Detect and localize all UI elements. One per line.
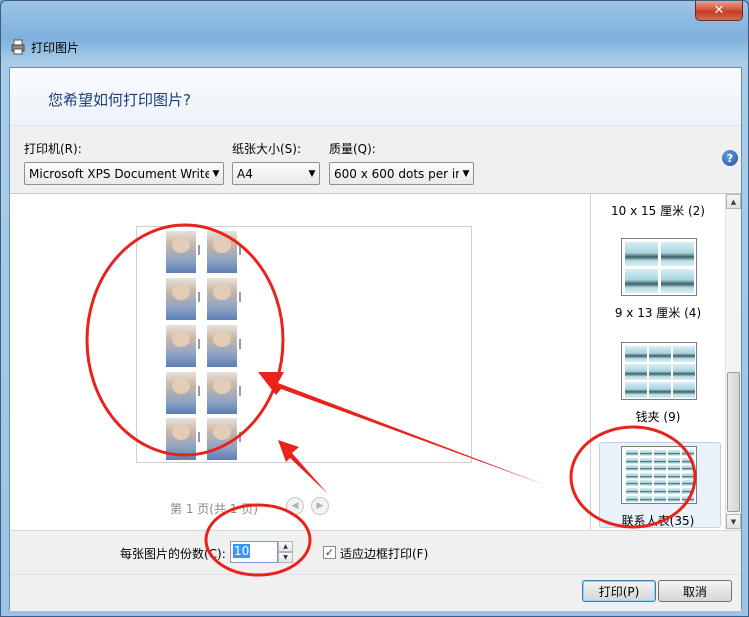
printer-icon	[11, 39, 25, 55]
cancel-button[interactable]: 取消	[658, 580, 732, 602]
copies-label: 每张图片的份数(C):	[120, 547, 226, 561]
layout-scrollbar[interactable]: ▲ ▼	[725, 194, 741, 530]
layout-label: 钱夹 (9)	[635, 410, 681, 424]
contact-sheet-cell	[654, 472, 666, 479]
copies-input[interactable]: 10	[230, 541, 278, 563]
contact-sheet-cell	[668, 457, 680, 464]
photo-thumbnail	[207, 278, 241, 320]
photo-thumbnail	[166, 372, 200, 414]
next-page-button[interactable]: ▶	[311, 497, 329, 515]
dropdown-arrow-icon: ▼	[212, 168, 220, 179]
stepper-up-icon[interactable]: ▲	[278, 541, 293, 552]
dialog-client: 您希望如何打印图片? 打印机(R): Microsoft XPS Documen…	[9, 67, 742, 611]
page-indicator: 第 1 页(共 1 页)	[170, 502, 258, 516]
photo-thumbnail	[166, 278, 200, 320]
preview-page	[136, 226, 472, 463]
contact-sheet-cell	[626, 495, 638, 502]
layout-thumbnail-wallet[interactable]	[621, 342, 697, 400]
layout-label: 联系人表(35)	[621, 514, 695, 528]
contact-sheet-cell	[626, 480, 638, 487]
button-row: 打印(P) 取消	[10, 574, 741, 611]
contact-sheet-cell	[640, 465, 652, 472]
window-title: 打印图片	[31, 40, 80, 55]
contact-sheet-cell	[626, 450, 638, 456]
layout-thumbnail-contact-sheet[interactable]	[621, 446, 697, 504]
contact-sheet-cell	[654, 480, 666, 487]
photo-thumbnail	[207, 418, 241, 460]
header-question: 您希望如何打印图片?	[48, 91, 191, 109]
quality-label: 质量(Q):	[329, 142, 376, 156]
printer-value: Microsoft XPS Document Write	[29, 166, 209, 181]
print-button[interactable]: 打印(P)	[582, 580, 656, 602]
contact-sheet-cell	[668, 480, 680, 487]
dropdown-arrow-icon: ▼	[462, 168, 470, 179]
photo-thumbnail	[166, 418, 200, 460]
scrollbar-thumb[interactable]	[727, 372, 740, 512]
copies-stepper[interactable]: ▲ ▼	[278, 541, 293, 563]
layout-option-wallet[interactable]: 钱夹 (9)	[591, 408, 725, 425]
contact-sheet-cell	[654, 495, 666, 502]
contact-sheet-cell	[626, 472, 638, 479]
photo-thumbnail	[207, 325, 241, 367]
fit-to-frame-label: 适应边框打印(F)	[340, 547, 429, 561]
scroll-down-icon[interactable]: ▼	[726, 514, 741, 529]
options-row: 每张图片的份数(C): 10 ▲ ▼ ✓ 适应边框打印(F)	[10, 530, 741, 574]
paper-size-value: A4	[237, 166, 253, 181]
contact-sheet-cell	[654, 450, 666, 456]
contact-sheet-cell	[640, 495, 652, 502]
paper-size-select[interactable]: A4 ▼	[232, 162, 320, 185]
contact-sheet-cell	[640, 450, 652, 456]
contact-sheet-cell	[640, 457, 652, 464]
quality-select[interactable]: 600 x 600 dots per ir ▼	[329, 162, 474, 185]
contact-sheet-cell	[654, 457, 666, 464]
contact-sheet-cell	[682, 495, 694, 502]
quality-value: 600 x 600 dots per ir	[334, 166, 459, 181]
contact-sheet-cell	[682, 488, 694, 494]
printer-label: 打印机(R):	[24, 142, 82, 156]
contact-sheet-cell	[668, 488, 680, 494]
photo-thumbnail	[166, 325, 200, 367]
contact-sheet-cell	[682, 480, 694, 487]
contact-sheet-cell	[654, 465, 666, 472]
dialog-header: 您希望如何打印图片?	[10, 68, 741, 126]
photo-thumbnail	[207, 372, 241, 414]
layout-thumbnail-9x13[interactable]	[621, 238, 697, 296]
contact-sheet-cell	[654, 488, 666, 494]
contact-sheet-cell	[640, 480, 652, 487]
contact-sheet-cell	[668, 465, 680, 472]
previous-page-button[interactable]: ◀	[286, 497, 304, 515]
layout-option-9x13[interactable]: 9 x 13 厘米 (4)	[591, 304, 725, 321]
scroll-up-icon[interactable]: ▲	[726, 194, 741, 209]
contact-sheet-cell	[640, 488, 652, 494]
contact-sheet-cell	[668, 450, 680, 456]
window-frame: ✕ 打印图片 您希望如何打印图片? 打印机(R): Microsoft XPS …	[0, 0, 749, 617]
photo-thumbnail	[207, 231, 241, 273]
contact-sheet-cell	[682, 457, 694, 464]
help-icon[interactable]: ?	[722, 150, 738, 166]
layout-list: 10 x 15 厘米 (2) 9 x 13 厘米 (4) 钱夹 (9) 联系人表…	[590, 194, 741, 530]
contact-sheet-cell	[626, 457, 638, 464]
layout-label: 10 x 15 厘米 (2)	[611, 204, 705, 218]
contact-sheet-cell	[668, 472, 680, 479]
contact-sheet-cell	[626, 465, 638, 472]
layout-label: 9 x 13 厘米 (4)	[614, 306, 702, 320]
dropdown-arrow-icon: ▼	[308, 168, 316, 179]
printer-select[interactable]: Microsoft XPS Document Write ▼	[24, 162, 224, 185]
contact-sheet-cell	[682, 472, 694, 479]
close-button[interactable]: ✕	[695, 1, 743, 21]
fit-to-frame-checkbox[interactable]: ✓	[323, 546, 336, 559]
contact-sheet-cell	[640, 472, 652, 479]
contact-sheet-cell	[668, 495, 680, 502]
photo-thumbnail	[166, 231, 200, 273]
title-bar: 打印图片	[1, 29, 749, 65]
contact-sheet-cell	[626, 488, 638, 494]
layout-option-10x15[interactable]: 10 x 15 厘米 (2)	[591, 202, 725, 219]
contact-sheet-cell	[682, 450, 694, 456]
copies-value: 10	[233, 544, 251, 558]
stepper-down-icon[interactable]: ▼	[278, 552, 293, 563]
contact-sheet-cell	[682, 465, 694, 472]
preview-area: 第 1 页(共 1 页) ◀ ▶	[10, 194, 590, 530]
paper-size-label: 纸张大小(S):	[232, 142, 302, 156]
layout-option-contact-sheet[interactable]: 联系人表(35)	[591, 512, 725, 529]
